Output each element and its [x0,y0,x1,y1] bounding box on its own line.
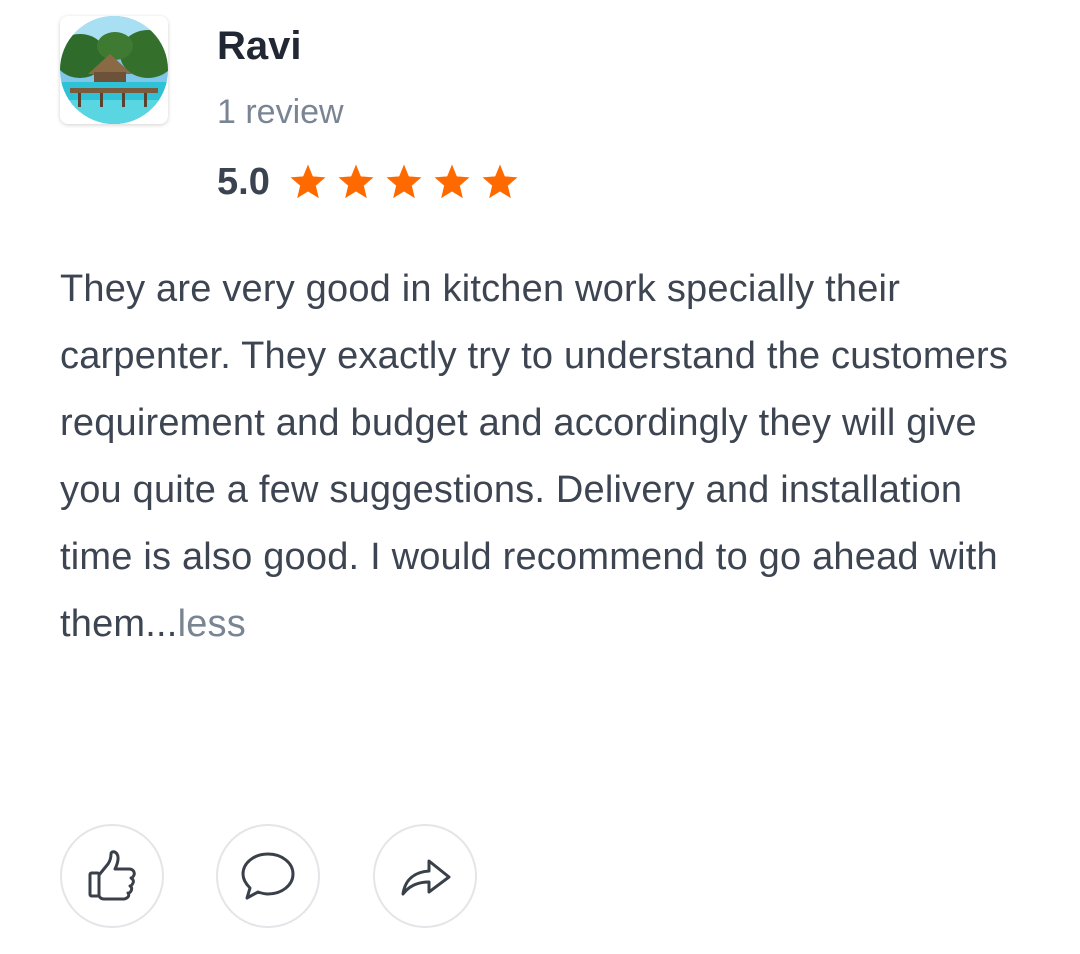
star-icon [386,164,422,199]
like-button[interactable] [60,824,164,928]
share-arrow-icon [401,859,451,896]
rating-row: 5.0 [217,156,528,208]
avatar[interactable] [60,16,168,124]
star-icon [434,164,470,199]
thumbs-up-icon [88,850,136,901]
speech-bubble-icon [241,852,295,900]
avatar-image [60,16,168,124]
less-link[interactable]: less [178,603,246,645]
star-icon [482,164,518,199]
review-body: They are very good in kitchen work speci… [60,268,1009,645]
star-icon [290,164,326,199]
review-text: They are very good in kitchen work speci… [60,256,1020,658]
beach-resort-photo [60,16,168,124]
reviewer-name[interactable]: Ravi [217,22,302,70]
comment-button[interactable] [216,824,320,928]
review-card: Ravi 1 review 5.0 They are very good in … [0,0,1080,954]
review-count: 1 review [217,93,344,131]
star-rating [288,162,528,202]
rating-value: 5.0 [217,161,270,203]
star-icon [338,164,374,199]
share-button[interactable] [373,824,477,928]
